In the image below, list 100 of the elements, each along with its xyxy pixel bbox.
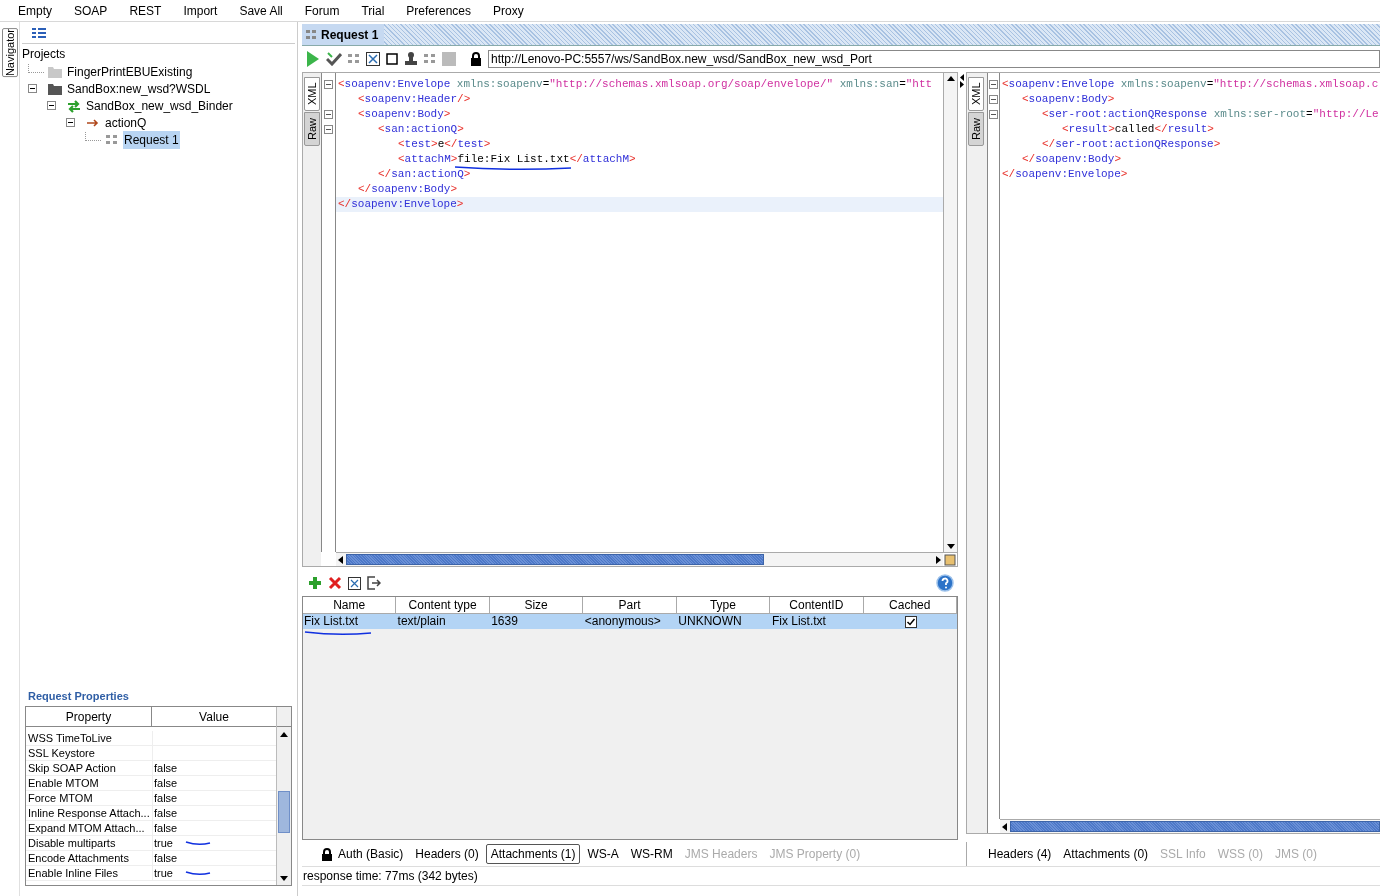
add-icon[interactable]: [308, 576, 322, 590]
fit-icon[interactable]: [366, 52, 380, 66]
scroll-down-icon[interactable]: [280, 875, 288, 881]
table-cell: false: [154, 790, 178, 806]
table-cell-text: Disable multiparts: [27, 836, 117, 850]
scrollbar[interactable]: [336, 553, 943, 566]
column-header[interactable]: Cached: [863, 597, 957, 613]
lock-icon[interactable]: [470, 52, 482, 66]
table-cell-text: Enable Inline Files: [27, 866, 119, 880]
folder-icon: [48, 64, 62, 79]
corner-icon: [943, 553, 957, 567]
section-title: Request Properties: [28, 688, 130, 704]
table-cell-text: WSS TimeToLive: [27, 731, 113, 745]
tab[interactable]: Attachments (1): [485, 844, 581, 864]
code-line: <soapenv:Envelope xmlns:soapenv="http://schemas.xmlsoap.c: [1002, 77, 1379, 92]
split-arrows-icon[interactable]: [959, 74, 965, 88]
table-cell-text: <anonymous>: [583, 614, 662, 629]
code-line: <san:actionQ>: [378, 122, 464, 137]
menu-item[interactable]: Empty: [18, 1, 52, 20]
code-line: </soapenv:Body>: [358, 182, 458, 197]
column-header[interactable]: Value: [152, 707, 276, 726]
tab[interactable]: Headers (4): [983, 844, 1057, 864]
navigator-tab[interactable]: Navigator: [1, 28, 18, 78]
fold-icon[interactable]: [324, 110, 333, 119]
scroll-thumb[interactable]: [278, 791, 290, 833]
menu-item[interactable]: Proxy: [493, 1, 524, 20]
tree-item[interactable]: actionQ: [104, 113, 148, 132]
lock-icon: [321, 847, 333, 861]
stamp-icon[interactable]: [404, 52, 418, 66]
scrollbar[interactable]: [1000, 819, 1380, 833]
soap-icon: [105, 132, 119, 147]
scrollbar[interactable]: [943, 73, 957, 552]
code-line: <ser-root:actionQResponse xmlns:ser-root="http://Le: [1042, 107, 1379, 122]
code-line: </san:actionQ>: [378, 167, 471, 182]
menu-item[interactable]: REST: [129, 1, 162, 20]
code-line: <soapenv:Body>: [358, 107, 451, 122]
tab[interactable]: Headers (0): [410, 844, 484, 864]
menu-item[interactable]: Forum: [304, 1, 340, 20]
table-cell-text: Force MTOM: [27, 791, 94, 805]
checkbox[interactable]: [904, 615, 917, 628]
column-header[interactable]: Size: [489, 597, 584, 613]
code-line: </soapenv:Body>: [1022, 152, 1122, 167]
menu-item[interactable]: Import: [183, 1, 218, 20]
table-row[interactable]: Fix List.txt text/plain 1639 <anonymous> UNKNOWN Fix List.txt: [303, 614, 957, 629]
soap-icon[interactable]: [424, 53, 436, 65]
menu-item[interactable]: Preferences: [406, 1, 472, 20]
column-header[interactable]: Part: [583, 597, 677, 613]
tab[interactable]: Auth (Basic): [316, 844, 409, 864]
column-header[interactable]: ContentID: [770, 597, 864, 613]
menu-item[interactable]: SOAP: [74, 1, 108, 20]
table-cell-text: 1639: [490, 614, 519, 629]
editor-tab[interactable]: Raw: [304, 112, 320, 146]
fit-icon[interactable]: [348, 576, 361, 590]
editor-tab[interactable]: Raw: [968, 112, 984, 146]
help-icon[interactable]: [936, 574, 954, 592]
fold-icon[interactable]: [989, 110, 998, 119]
code-line: <result>called</result>: [1062, 122, 1214, 137]
square-icon[interactable]: [386, 53, 398, 65]
soap-icon: [306, 29, 317, 40]
column-header[interactable]: Property: [26, 707, 152, 726]
tab[interactable]: WS-RM: [625, 844, 678, 864]
column-header[interactable]: Type: [676, 597, 771, 613]
editor-tab[interactable]: XML: [968, 77, 984, 111]
table-cell: false: [154, 760, 178, 776]
fold-icon[interactable]: [324, 125, 333, 134]
tree-item[interactable]: SandBox:new_wsd?WSDL: [66, 79, 212, 98]
code-line: <soapenv:Envelope xmlns:soapenv="http://schemas.xmlsoap.org/soap/envelope/" xmlns:san="htt: [338, 77, 933, 92]
export-icon[interactable]: [367, 576, 381, 590]
url-field[interactable]: http://Lenovo-PC:5557/ws/SandBox.new_wsd/SandBox_new_wsd_Port: [488, 50, 1380, 68]
fold-icon[interactable]: [324, 80, 333, 89]
code-line: <soapenv:Header/>: [358, 92, 471, 107]
menu-item[interactable]: Trial: [361, 1, 385, 20]
list-icon[interactable]: [32, 27, 46, 38]
fold-icon[interactable]: [989, 80, 998, 89]
column-header[interactable]: Name: [303, 597, 397, 613]
soap-icon[interactable]: [348, 53, 360, 65]
table-cell: true: [154, 865, 173, 881]
editor-tab[interactable]: XML: [304, 77, 320, 111]
table-cell-text: Enable MTOM: [27, 776, 100, 790]
fold-icon[interactable]: [989, 95, 998, 104]
menu-item[interactable]: Save All: [239, 1, 283, 20]
tab[interactable]: WS-A: [582, 844, 624, 864]
tree-item[interactable]: Request 1: [123, 130, 180, 149]
tab[interactable]: Attachments (0): [1058, 844, 1154, 864]
scroll-up-icon[interactable]: [280, 731, 288, 737]
scroll-right-icon[interactable]: [933, 553, 943, 566]
swap-arrows-icon: [67, 98, 81, 113]
scrollbar[interactable]: [276, 707, 291, 885]
code-line: <test>e</test>: [398, 137, 491, 152]
code-line: <soapenv:Body>: [1022, 92, 1115, 107]
delete-icon[interactable]: [328, 576, 342, 590]
check-icon[interactable]: [326, 52, 342, 66]
table-cell: false: [154, 850, 178, 866]
play-icon[interactable]: [306, 51, 320, 67]
tree-label[interactable]: Projects: [22, 46, 297, 63]
code-line: </ser-root:actionQResponse>: [1042, 137, 1221, 152]
tree-item[interactable]: FingerPrintEBUExisting: [66, 62, 194, 81]
table-cell-text: Expand MTOM Attach...: [27, 821, 146, 835]
tree-item[interactable]: SandBox_new_wsd_Binder: [85, 96, 234, 115]
column-header[interactable]: Content type: [396, 597, 490, 613]
